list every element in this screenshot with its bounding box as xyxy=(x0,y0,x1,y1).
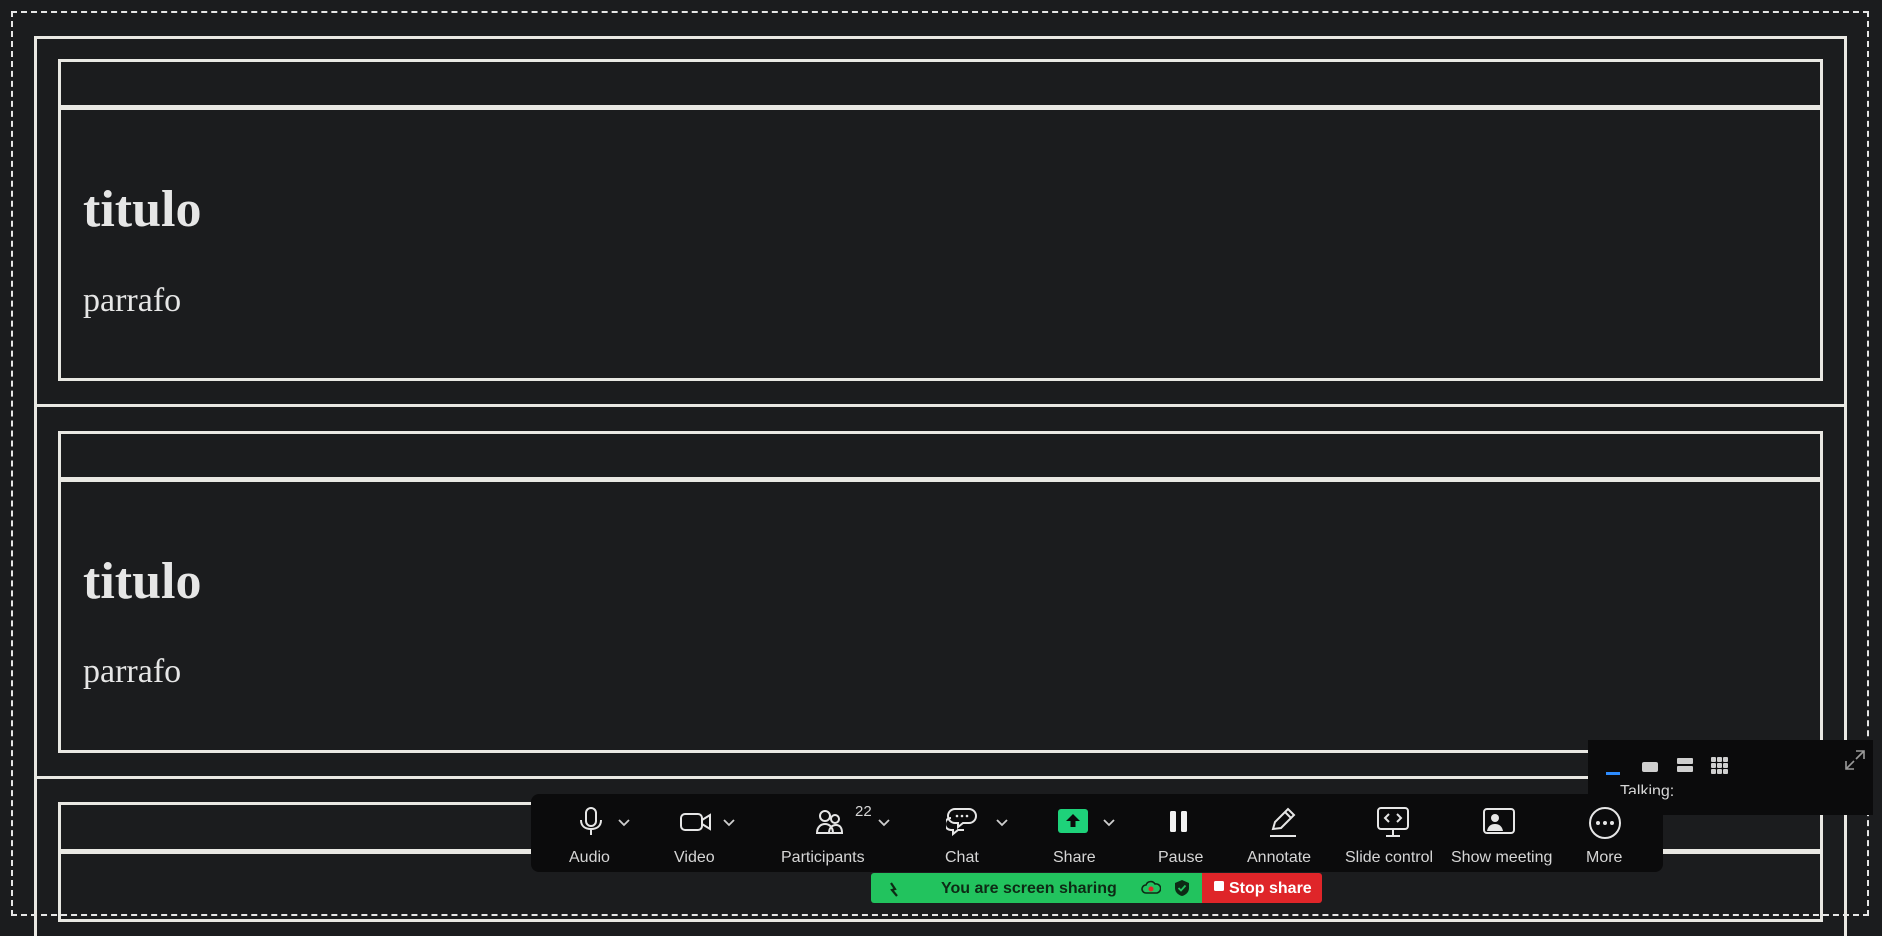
share-options-chevron-icon[interactable] xyxy=(1102,818,1116,828)
participants-options-chevron-icon[interactable] xyxy=(877,818,891,828)
chat-button[interactable]: Chat xyxy=(931,794,991,872)
participants-icon xyxy=(815,810,844,834)
screen-sharing-status-bar[interactable]: You are screen sharing xyxy=(871,873,1202,903)
card-1-header-divider xyxy=(58,105,1823,110)
chat-label: Chat xyxy=(945,849,979,866)
share-button[interactable]: Share xyxy=(1043,794,1103,872)
view-mode-icons[interactable] xyxy=(1598,754,1728,776)
chat-icon xyxy=(946,808,977,837)
video-label: Video xyxy=(674,849,715,866)
more-icon xyxy=(1589,807,1621,839)
pencil-icon xyxy=(1270,807,1296,837)
show-meeting-button[interactable]: Show meeting xyxy=(1449,794,1553,872)
stop-icon xyxy=(1214,881,1224,891)
slide-control-label: Slide control xyxy=(1345,849,1434,866)
participants-button[interactable]: 22 Participants xyxy=(781,794,877,872)
video-button[interactable]: Video xyxy=(666,794,726,872)
slide-control-icon xyxy=(1377,807,1409,837)
chat-options-chevron-icon[interactable] xyxy=(995,818,1009,828)
pause-label: Pause xyxy=(1158,849,1204,866)
screen-sharing-text: You are screen sharing xyxy=(941,880,1117,897)
strip-view-icon-top xyxy=(1677,758,1693,764)
encryption-shield-icon xyxy=(1175,880,1189,896)
audio-options-chevron-icon[interactable] xyxy=(617,818,631,828)
participants-count: 22 xyxy=(855,803,872,820)
stop-share-label: Stop share xyxy=(1229,880,1312,897)
audio-button[interactable]: Audio xyxy=(561,794,621,872)
participants-label: Participants xyxy=(781,849,865,866)
audio-label: Audio xyxy=(569,849,610,866)
video-camera-icon xyxy=(680,813,711,831)
meeting-toolbar: Audio Video 22 Participants Chat Share P… xyxy=(531,794,1663,872)
show-meeting-icon xyxy=(1483,808,1515,834)
video-options-chevron-icon[interactable] xyxy=(722,818,736,828)
microphone-icon xyxy=(580,807,602,835)
share-label: Share xyxy=(1053,849,1096,866)
card-1-paragraph: parrafo xyxy=(83,282,182,319)
pause-share-button[interactable]: Pause xyxy=(1149,794,1209,872)
gallery-view-icon xyxy=(1711,757,1728,774)
strip-view-icon-bottom xyxy=(1677,766,1693,772)
section-divider-1 xyxy=(34,404,1847,407)
share-screen-icon xyxy=(1058,809,1088,833)
speaker-view-icon xyxy=(1642,762,1658,772)
annotate-button[interactable]: Annotate xyxy=(1247,794,1317,872)
cloud-recording-icon xyxy=(1141,880,1161,894)
more-button[interactable]: More xyxy=(1575,794,1635,872)
drag-handle-icon[interactable] xyxy=(885,880,903,898)
card-2-paragraph: parrafo xyxy=(83,653,182,690)
card-1-title: titulo xyxy=(83,181,202,238)
expand-icon[interactable] xyxy=(1843,748,1867,772)
stop-share-button[interactable]: Stop share xyxy=(1202,873,1322,903)
show-meeting-label: Show meeting xyxy=(1451,849,1553,866)
minimize-view-icon xyxy=(1606,772,1620,775)
section-divider-2 xyxy=(34,776,1847,779)
pause-icon xyxy=(1170,811,1187,832)
slide-control-button[interactable]: Slide control xyxy=(1345,794,1439,872)
more-label: More xyxy=(1586,849,1623,866)
card-2-title: titulo xyxy=(83,553,202,610)
annotate-label: Annotate xyxy=(1247,849,1312,866)
card-2-header-divider xyxy=(58,477,1823,482)
